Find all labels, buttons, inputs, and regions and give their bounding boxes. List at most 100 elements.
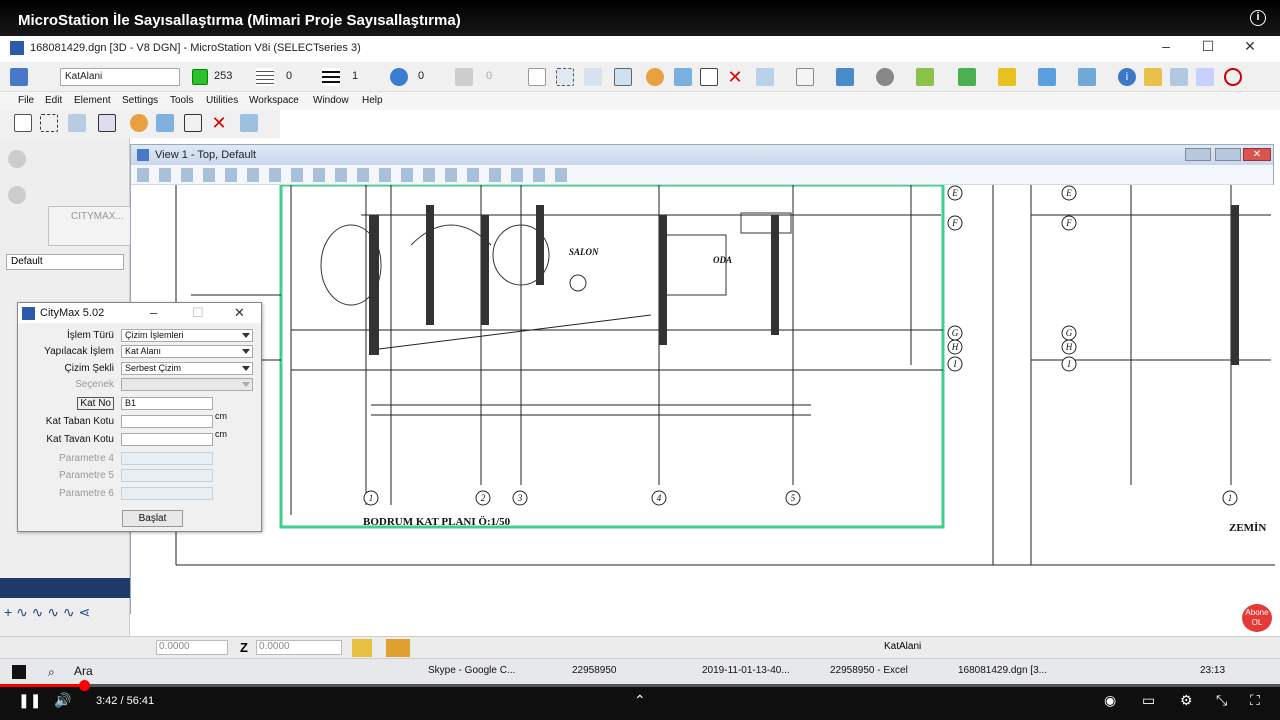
table-icon[interactable] — [1170, 68, 1188, 86]
fullscreen-icon[interactable]: ⛶ — [1250, 692, 1260, 709]
pause-icon[interactable]: ❚❚ — [18, 692, 41, 709]
menu-settings[interactable]: Settings — [122, 95, 158, 106]
maximize-icon[interactable]: ☐ — [1188, 38, 1228, 55]
window-titlebar: 168081429.dgn [3D - V8 DGN] - MicroStati… — [0, 36, 1280, 60]
color-swatch[interactable] — [192, 69, 208, 85]
task-excel[interactable]: 22958950 - Excel — [830, 665, 908, 676]
transparency-icon[interactable] — [390, 68, 408, 86]
menu-window[interactable]: Window — [313, 95, 349, 106]
info-icon[interactable]: i — [1250, 10, 1266, 26]
scale-icon[interactable] — [700, 68, 718, 86]
references-icon[interactable] — [836, 68, 854, 86]
miniplayer-icon[interactable]: ⤡ — [1216, 692, 1227, 709]
kat-no-input[interactable]: B1 — [121, 397, 213, 410]
islem-turu-value: Çizim İşlemleri — [125, 330, 184, 340]
view-restore-icon[interactable] — [1215, 148, 1241, 161]
default-task-select[interactable]: Default — [6, 254, 124, 270]
cizim-sekli-select[interactable]: Serbest Çizim — [121, 362, 253, 375]
windows-start-icon[interactable] — [12, 665, 26, 679]
task-skype[interactable]: Skype - Google C... — [428, 665, 515, 676]
axis-letter-e: E — [951, 188, 958, 198]
task-folder[interactable]: 22958950 — [572, 665, 617, 676]
search-icon[interactable]: ⌕ — [48, 665, 55, 680]
volume-icon[interactable]: 🔊 — [54, 692, 71, 709]
level-select[interactable]: KatAlani — [60, 68, 180, 86]
accudraw-icon[interactable] — [674, 68, 692, 86]
keypoint-snap-icon[interactable] — [130, 114, 148, 132]
snap-icon[interactable] — [646, 68, 664, 86]
taskbar-search-label[interactable]: Ara — [74, 664, 93, 678]
menu-tools[interactable]: Tools — [170, 95, 193, 106]
fence-icon[interactable] — [556, 68, 574, 86]
levels-icon[interactable] — [958, 68, 976, 86]
drawing-canvas[interactable]: SALON ODA 1 2 3 4 5 1 E F G H I E F G H … — [131, 183, 1275, 615]
line-weight-icon[interactable] — [322, 68, 340, 86]
mini-dialog-title: CITYMAX... — [71, 211, 124, 222]
islem-turu-select[interactable]: Çizim İşlemleri — [121, 329, 253, 342]
line-style-icon[interactable] — [256, 68, 274, 86]
new-file-icon[interactable] — [796, 68, 814, 86]
menu-help[interactable]: Help — [362, 95, 383, 106]
minimize-icon[interactable]: – — [1146, 38, 1186, 54]
progress-handle[interactable] — [78, 680, 90, 691]
x-coord-field[interactable]: 0.0000 — [156, 640, 228, 655]
element-selection-icon[interactable] — [528, 68, 546, 86]
view-close-icon[interactable]: ✕ — [1243, 148, 1271, 161]
raster-icon[interactable] — [876, 68, 894, 86]
menu-workspace[interactable]: Workspace — [249, 95, 299, 106]
color-number: 253 — [214, 70, 233, 82]
progress-bar[interactable] — [0, 684, 1280, 687]
parametre-5-input — [121, 469, 213, 482]
yapilacak-islem-select[interactable]: Kat Alanı — [121, 345, 253, 358]
back-icon[interactable] — [8, 150, 26, 168]
menu-file[interactable]: File — [18, 95, 34, 106]
measure-icon[interactable] — [756, 68, 774, 86]
kat-taban-kotu-input[interactable] — [121, 415, 213, 428]
layers-icon[interactable] — [998, 68, 1016, 86]
view-minimize-icon[interactable] — [1185, 148, 1211, 161]
measure-distance-icon[interactable] — [240, 114, 258, 132]
level-manager-icon[interactable] — [916, 68, 934, 86]
move-element-icon[interactable] — [98, 114, 116, 132]
grid-lock-icon[interactable] — [386, 639, 410, 657]
task-screenshot[interactable]: 2019-11-01-13-40... — [702, 665, 790, 676]
cancel-icon[interactable] — [1224, 68, 1242, 86]
menu-element[interactable]: Element — [74, 95, 111, 106]
delete-icon[interactable]: ✕ — [726, 68, 744, 86]
modify-icon[interactable] — [584, 68, 602, 86]
dialog-minimize-icon[interactable]: – — [150, 305, 157, 320]
menu-edit[interactable]: Edit — [45, 95, 62, 106]
snap-mode-icon[interactable] — [352, 639, 372, 657]
fit-view-icon[interactable] — [1038, 68, 1056, 86]
menu-utilities[interactable]: Utilities — [206, 95, 238, 106]
scale-element-icon[interactable] — [184, 114, 202, 132]
settings-icon[interactable]: ⚙ — [1180, 692, 1193, 709]
view-control-icons[interactable] — [137, 168, 577, 182]
place-fence-icon[interactable] — [40, 114, 58, 132]
baslat-button[interactable]: Başlat — [122, 510, 183, 527]
delete-element-icon[interactable]: ✕ — [210, 114, 228, 132]
element-attributes-icon[interactable] — [10, 68, 28, 86]
close-icon[interactable]: ✕ — [1230, 38, 1270, 55]
axis-letter-f-right: F — [1065, 218, 1072, 228]
autoplay-toggle-icon[interactable]: ◉ — [1104, 692, 1116, 709]
select-icon[interactable] — [14, 114, 32, 132]
priority-icon[interactable] — [455, 68, 473, 86]
captions-icon[interactable]: ▭ — [1142, 692, 1155, 709]
dialog-close-icon[interactable]: ✕ — [234, 305, 245, 321]
subscribe-badge[interactable]: Abone OL — [1242, 604, 1272, 632]
chevron-down-icon — [242, 349, 250, 354]
accudraw-toggle-icon[interactable] — [156, 114, 174, 132]
move-icon[interactable] — [614, 68, 632, 86]
chevron-up-icon[interactable]: ⌃ — [634, 692, 646, 709]
grid-icon[interactable] — [1196, 68, 1214, 86]
forward-icon[interactable] — [8, 186, 26, 204]
search-icon[interactable] — [1144, 68, 1162, 86]
info-element-icon[interactable]: i — [1118, 68, 1136, 86]
chevron-down-icon — [242, 333, 250, 338]
kat-tavan-kotu-input[interactable] — [121, 433, 213, 446]
rotate-view-icon[interactable] — [1078, 68, 1096, 86]
modify-element-icon[interactable] — [68, 114, 86, 132]
task-dgn[interactable]: 168081429.dgn [3... — [958, 665, 1047, 676]
z-coord-field[interactable]: 0.0000 — [256, 640, 342, 655]
